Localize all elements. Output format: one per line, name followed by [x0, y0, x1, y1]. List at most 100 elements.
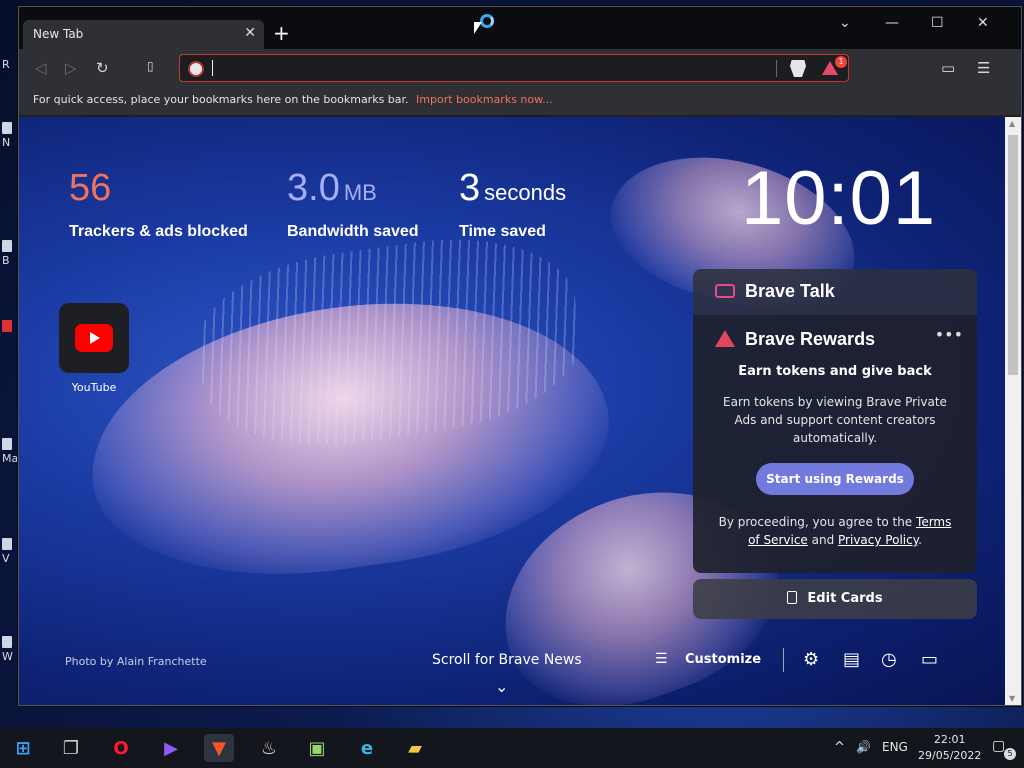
bat-triangle-icon — [715, 330, 735, 347]
clock: 10:01 — [741, 156, 937, 241]
brave-talk-icon[interactable]: ▭ — [921, 649, 938, 670]
close-window-button[interactable]: ✕ — [977, 15, 989, 31]
task-view-icon: ❐ — [62, 737, 80, 759]
taskbar-app-windows-start[interactable]: ⊞ — [8, 734, 38, 762]
edge-icon: e — [360, 737, 374, 759]
file-icon — [2, 438, 12, 450]
maximize-button[interactable]: ☐ — [931, 15, 944, 31]
desktop-icon-label: Ma — [2, 452, 19, 465]
taskbar-date: 29/05/2022 — [918, 749, 982, 762]
text-caret — [212, 60, 213, 76]
desktop-icon-4[interactable] — [2, 320, 12, 334]
desktop-icon-label: R — [2, 58, 10, 71]
more-options-icon[interactable]: ••• — [935, 325, 963, 344]
minimize-button[interactable]: — — [885, 15, 899, 31]
forward-button[interactable]: ▷ — [65, 59, 77, 77]
time-unit: seconds — [484, 180, 567, 205]
history-icon[interactable]: ◷ — [881, 649, 897, 670]
desktop-icon-6[interactable]: V — [2, 538, 12, 565]
tab-search-chevron-icon[interactable]: ⌄ — [839, 15, 851, 31]
tab-new-tab[interactable]: New Tab ✕ — [23, 20, 264, 49]
tab-title: New Tab — [33, 27, 84, 41]
language-indicator[interactable]: ENG — [882, 740, 908, 754]
site-info-icon[interactable] — [188, 61, 204, 77]
customize-button[interactable]: ☰ Customize — [655, 651, 761, 667]
volume-icon[interactable]: 🔊 — [856, 740, 871, 754]
tab-close-icon[interactable]: ✕ — [244, 25, 256, 41]
loading-spinner-icon — [480, 14, 494, 28]
back-button[interactable]: ◁ — [35, 59, 47, 77]
top-site-tile — [59, 303, 129, 373]
terms-and: and — [811, 533, 835, 547]
taskbar-app-task-view[interactable]: ❐ — [56, 734, 86, 762]
rewards-terms: By proceeding, you agree to the Terms of… — [715, 513, 955, 549]
video-camera-icon — [715, 284, 735, 298]
customize-label: Customize — [685, 652, 762, 667]
desktop-icon-2[interactable]: N — [2, 122, 12, 149]
page-scrollbar[interactable]: ▲ ▼ — [1005, 117, 1021, 705]
start-using-rewards-button[interactable]: Start using Rewards — [756, 463, 914, 495]
brave-talk-card[interactable]: Brave Talk — [693, 269, 977, 315]
wallet-icon[interactable]: ▭ — [941, 59, 955, 77]
address-input[interactable] — [216, 59, 766, 77]
taskbar-app-monitor[interactable]: ▣ — [302, 734, 332, 762]
toolbar: ◁ ▷ ↻ ▯ 1 ▭ ☰ — [19, 49, 1021, 87]
desktop-icon-5[interactable]: Ma — [2, 438, 18, 465]
bookmark-button[interactable]: ▯ — [147, 59, 154, 73]
menu-icon[interactable]: ☰ — [977, 59, 990, 77]
taskbar-time: 22:01 — [933, 733, 966, 746]
photo-credit[interactable]: Photo by Alain Franchette — [65, 655, 207, 668]
chevron-down-icon[interactable]: ⌄ — [495, 677, 508, 696]
opera-icon: O — [113, 737, 129, 759]
brave-icon: ▼ — [212, 737, 226, 759]
terms-prefix: By proceeding, you agree to the — [718, 515, 913, 529]
desktop-icon-label: B — [2, 254, 10, 267]
browser-window: New Tab ✕ + ⌄ — ☐ ✕ ◁ ▷ ↻ ▯ 1 ▭ ☰ For qu… — [18, 6, 1022, 706]
file-explorer-icon: ▰ — [408, 737, 422, 759]
footer-divider — [783, 648, 784, 672]
taskbar-app-file-explorer[interactable]: ▰ — [400, 734, 430, 762]
scroll-up-arrow-icon[interactable]: ▲ — [1009, 119, 1015, 128]
bandwidth-saved-count: 3.0 MB — [287, 167, 377, 210]
rewards-title: Brave Rewards — [715, 329, 955, 350]
desktop-icon-label: N — [2, 136, 11, 149]
taskbar-app-media-player[interactable]: ▶ — [156, 734, 186, 762]
bandwidth-unit: MB — [343, 180, 377, 205]
taskbar-app-edge[interactable]: e — [352, 734, 382, 762]
desktop-icon-label: V — [2, 552, 10, 565]
desktop-icon-label: W — [2, 650, 13, 663]
windows-start-icon: ⊞ — [15, 737, 31, 759]
time-value: 3 — [459, 167, 481, 209]
scroll-for-brave-news[interactable]: Scroll for Brave News — [432, 652, 582, 668]
top-site-youtube[interactable]: YouTube — [59, 303, 129, 394]
desktop-icon-1[interactable]: R — [2, 58, 10, 71]
file-icon — [2, 240, 12, 252]
new-tab-button[interactable]: + — [273, 21, 290, 45]
desktop-icon-7[interactable]: W — [2, 636, 13, 663]
desktop-icon-3[interactable]: B — [2, 240, 12, 267]
bookmarks-icon[interactable]: ▤ — [843, 649, 860, 670]
settings-gear-icon[interactable]: ⚙ — [803, 649, 819, 670]
tray-chevron-icon[interactable]: ^ — [834, 740, 845, 755]
import-bookmarks-link[interactable]: Import bookmarks now... — [416, 93, 553, 106]
brave-shields-icon[interactable] — [790, 60, 806, 77]
notification-center-button[interactable]: ▢ 5 — [992, 738, 1016, 760]
taskbar-clock[interactable]: 22:01 29/05/2022 — [918, 732, 981, 764]
privacy-policy-link[interactable]: Privacy Policy — [838, 533, 918, 547]
taskbar-app-brave[interactable]: ▼ — [204, 734, 234, 762]
notification-count-badge: 5 — [1004, 748, 1016, 760]
brave-talk-title: Brave Talk — [745, 281, 835, 301]
mouse-cursor-icon — [474, 22, 482, 34]
scroll-down-arrow-icon[interactable]: ▼ — [1009, 694, 1015, 703]
taskbar-app-popcorn[interactable]: ♨ — [254, 734, 284, 762]
reload-button[interactable]: ↻ — [96, 59, 109, 77]
new-tab-page: 56 Trackers & ads blocked 3.0 MB Bandwidt… — [19, 117, 1005, 705]
trackers-blocked-count: 56 — [69, 167, 111, 210]
edit-cards-button[interactable]: Edit Cards — [693, 579, 977, 619]
taskbar-app-opera[interactable]: O — [106, 734, 136, 762]
sliders-icon: ☰ — [655, 651, 668, 667]
top-site-label: YouTube — [71, 381, 117, 394]
address-bar[interactable]: 1 — [179, 54, 849, 82]
rewards-subtitle: Earn tokens and give back — [738, 364, 932, 379]
scroll-thumb[interactable] — [1008, 135, 1018, 375]
